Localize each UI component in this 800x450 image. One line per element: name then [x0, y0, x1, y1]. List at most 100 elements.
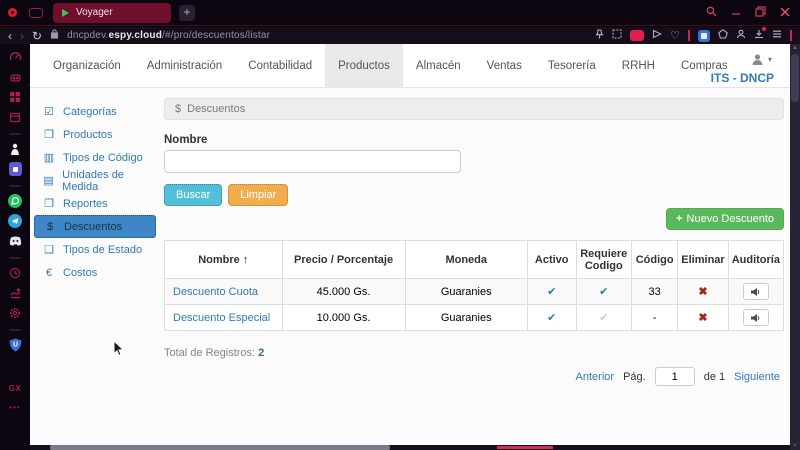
discount-name-link[interactable]: Descuento Especial	[165, 305, 283, 331]
back-icon[interactable]: ‹	[8, 31, 12, 41]
profile-icon[interactable]	[736, 29, 746, 42]
divider	[790, 30, 792, 41]
tab-title: Voyager	[76, 7, 113, 18]
bookmark-heart-icon[interactable]: ♡	[670, 31, 680, 41]
delete-icon[interactable]: ✖	[698, 286, 707, 298]
whatsapp-icon[interactable]	[8, 194, 22, 208]
new-tab-button[interactable]: +	[179, 5, 195, 21]
col-precio[interactable]: Precio / Porcentaje	[282, 241, 405, 279]
units-icon: ▤	[43, 174, 54, 187]
scroll-up-icon[interactable]: ▲	[790, 45, 800, 51]
col-eliminar[interactable]: Eliminar	[678, 241, 728, 279]
active-check-icon: ✔	[547, 286, 556, 298]
user-menu[interactable]: ▾	[751, 53, 772, 66]
extension-icon[interactable]	[698, 30, 710, 42]
nav-rrhh[interactable]: RRHH	[609, 44, 668, 87]
vpn-badge-icon[interactable]	[630, 30, 644, 41]
sidebar-item-unidades[interactable]: ▤Unidades de Medida	[34, 169, 156, 192]
nav-contabilidad[interactable]: Contabilidad	[235, 44, 325, 87]
nav-almacen[interactable]: Almacén	[403, 44, 474, 87]
col-activo[interactable]: Activo	[527, 241, 576, 279]
close-button[interactable]	[780, 4, 790, 22]
discounts-table: Nombre ↑ Precio / Porcentaje Moneda Acti…	[164, 240, 784, 331]
col-requiere-codigo[interactable]: Requiere Codigo	[576, 241, 632, 279]
products-icon: ❒	[43, 128, 55, 141]
sidebar-item-categorias[interactable]: ☑Categorías	[34, 100, 156, 123]
sidebar-item-costos[interactable]: €Costos	[34, 261, 156, 284]
megaphone-icon	[750, 313, 761, 323]
my-flow-icon[interactable]	[9, 286, 22, 300]
page-number-input[interactable]	[655, 367, 695, 386]
pin-icon[interactable]	[595, 29, 604, 42]
divider	[9, 185, 21, 187]
horizontal-scrollbar-thumb[interactable]	[50, 445, 390, 450]
gx-corner-icon[interactable]	[29, 8, 43, 18]
delete-icon[interactable]: ✖	[698, 312, 707, 324]
new-discount-button[interactable]: +Nuevo Descuento	[666, 208, 784, 230]
mouse-cursor	[113, 340, 125, 362]
audit-button[interactable]	[743, 283, 769, 300]
sidebar-setup-icon[interactable]	[718, 29, 728, 42]
search-icon[interactable]	[706, 4, 717, 22]
opera-logo-icon[interactable]	[8, 8, 17, 17]
discord-icon[interactable]	[9, 234, 22, 248]
nav-organizacion[interactable]: Organización	[40, 44, 134, 87]
sidebar-item-reportes[interactable]: ❐Reportes	[34, 192, 156, 215]
sidebar-item-tipos-codigo[interactable]: ▥Tipos de Código	[34, 146, 156, 169]
col-moneda[interactable]: Moneda	[405, 241, 527, 279]
vertical-scrollbar-thumb[interactable]	[791, 54, 799, 102]
active-check-icon: ✔	[547, 312, 556, 324]
divider	[9, 257, 21, 259]
snapshot-icon[interactable]	[612, 29, 622, 42]
euro-icon: €	[43, 267, 55, 279]
audit-button[interactable]	[743, 309, 769, 326]
mods-box-icon[interactable]	[9, 110, 21, 124]
downloads-icon[interactable]	[754, 29, 764, 42]
gx-booster-icon[interactable]	[9, 70, 22, 84]
ublock-shield-icon[interactable]: U	[9, 338, 22, 352]
pinned-site-icon[interactable]	[9, 142, 21, 156]
gx-speed-icon[interactable]	[9, 50, 22, 64]
gx-store-icon[interactable]	[9, 162, 22, 176]
prev-page-link[interactable]: Anterior	[576, 371, 615, 383]
browser-tab[interactable]: Voyager	[53, 3, 171, 23]
reload-icon[interactable]: ↻	[32, 31, 42, 41]
overflow-dots-icon[interactable]: •••	[9, 403, 20, 412]
history-icon[interactable]	[9, 266, 21, 280]
nav-ventas[interactable]: Ventas	[474, 44, 535, 87]
browser-tab-bar: Voyager +	[0, 0, 800, 26]
send-to-device-icon[interactable]	[652, 29, 662, 42]
name-input[interactable]	[164, 150, 461, 173]
nav-administracion[interactable]: Administración	[134, 44, 235, 87]
nav-tesoreria[interactable]: Tesorería	[535, 44, 609, 87]
clear-button[interactable]: Limpiar	[228, 184, 288, 206]
col-nombre[interactable]: Nombre ↑	[165, 241, 283, 279]
divider	[9, 133, 21, 135]
horizontal-scrollbar[interactable]	[30, 445, 790, 450]
lock-icon[interactable]	[50, 29, 59, 42]
col-auditoria[interactable]: Auditoría	[728, 241, 783, 279]
telegram-icon[interactable]	[8, 214, 22, 228]
vertical-scrollbar[interactable]: ▲ ▼	[790, 44, 800, 450]
scroll-down-icon[interactable]: ▼	[790, 443, 800, 449]
total-records: Total de Registros: 2	[164, 347, 784, 359]
col-codigo[interactable]: Código	[632, 241, 678, 279]
total-count: 2	[258, 347, 264, 359]
url-bar: ‹ › ↻ dncpdev.espy.cloud/#/pro/descuento…	[0, 27, 800, 44]
search-button[interactable]: Buscar	[164, 184, 222, 206]
next-page-link[interactable]: Siguiente	[734, 371, 780, 383]
minimize-button[interactable]	[731, 4, 741, 22]
divider	[9, 329, 21, 331]
forward-icon[interactable]: ›	[20, 31, 24, 41]
address-text[interactable]: dncpdev.espy.cloud/#/pro/descuentos/list…	[67, 30, 270, 41]
sidebar-item-productos[interactable]: ❒Productos	[34, 123, 156, 146]
menu-icon[interactable]	[772, 29, 782, 42]
discount-name-link[interactable]: Descuento Cuota	[165, 279, 283, 305]
sidebar-item-descuentos[interactable]: $Descuentos	[34, 215, 156, 238]
hot-tabs-icon[interactable]	[9, 90, 21, 104]
categories-icon: ☑	[43, 105, 55, 118]
sidebar-item-tipos-estado[interactable]: ❏Tipos de Estado	[34, 238, 156, 261]
settings-gear-icon[interactable]	[9, 306, 21, 320]
restore-button[interactable]	[755, 4, 766, 22]
nav-productos[interactable]: Productos	[325, 44, 403, 87]
